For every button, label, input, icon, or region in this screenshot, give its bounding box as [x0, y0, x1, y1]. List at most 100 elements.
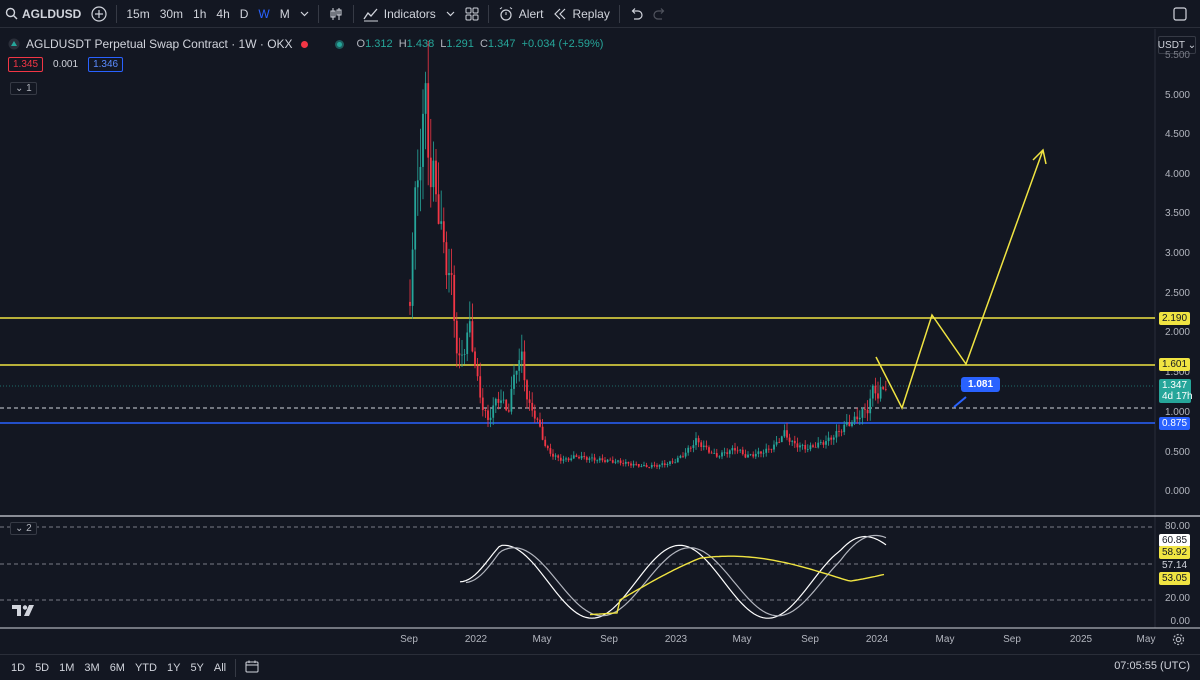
candle-body: [757, 451, 760, 454]
projection-path: [875, 149, 1044, 410]
candle-body: [474, 351, 476, 366]
range-5d[interactable]: 5D: [30, 662, 54, 674]
price-annotation[interactable]: 1.081: [961, 377, 1001, 392]
candle-body: [648, 467, 651, 468]
price-tick: 3.000: [1164, 248, 1190, 259]
time-tick: May: [1136, 634, 1156, 645]
candle-body: [736, 450, 739, 452]
candle-body: [546, 445, 549, 449]
divider: [235, 658, 237, 677]
time-tick: Sep: [400, 634, 418, 645]
price-chart[interactable]: [0, 0, 1200, 680]
candle-body: [752, 454, 755, 457]
candle-body: [635, 463, 638, 465]
buy-price[interactable]: 1.346: [88, 57, 124, 72]
range-1m[interactable]: 1M: [54, 662, 79, 674]
candle-body: [705, 445, 708, 448]
level-tag-lower: 1.601: [1159, 358, 1191, 371]
candle-body: [539, 419, 541, 427]
eye-icon[interactable]: [334, 39, 345, 50]
stoch-d-line: [465, 534, 887, 617]
candle-body: [427, 83, 430, 158]
candle-body: [619, 460, 622, 464]
range-5y[interactable]: 5Y: [185, 662, 208, 674]
candle-body: [583, 455, 586, 458]
bottom-toolbar: 1D 5D 1M 3M 6M YTD 1Y 5Y All 07:05:55 (U…: [0, 654, 1200, 680]
candle-body: [476, 365, 479, 377]
price-tick: 0.000: [1164, 486, 1190, 497]
candle-body: [739, 449, 742, 451]
range-ytd[interactable]: YTD: [130, 662, 162, 674]
last-price-value: 1.347: [1162, 380, 1188, 391]
candle-body: [523, 351, 526, 381]
price-tick: 5.000: [1164, 90, 1190, 101]
candle-body: [866, 409, 869, 414]
candle-body: [432, 160, 435, 188]
candle-body: [679, 455, 682, 458]
candle-body: [497, 398, 500, 403]
candle-body: [731, 448, 734, 451]
market-open-dot: [300, 40, 308, 48]
bar-countdown: 4d 17h: [1162, 391, 1193, 402]
bid-ask-boxes: 1.345 0.001 1.346: [8, 57, 124, 72]
candle-body: [812, 445, 814, 447]
candle-body: [832, 437, 835, 440]
candle-body: [411, 249, 414, 306]
time-tick: Sep: [1003, 634, 1021, 645]
candle-body: [604, 460, 606, 462]
candle-body: [455, 320, 458, 354]
candle-body: [650, 464, 653, 468]
candle-body: [692, 445, 695, 448]
candle-body: [775, 441, 778, 445]
candle-body: [481, 397, 484, 411]
candle-body: [562, 459, 565, 461]
candle-body: [718, 456, 721, 458]
candle-body: [669, 461, 671, 465]
candle-body: [448, 273, 450, 276]
candle-body: [416, 180, 419, 188]
legend-title[interactable]: AGLDUSDT Perpetual Swap Contract · 1W · …: [26, 37, 293, 51]
osc-tag: 58.92: [1159, 546, 1191, 559]
pane-1-toggle[interactable]: ⌄ 1: [10, 82, 37, 95]
date-range-button[interactable]: [240, 660, 264, 676]
candle-body: [510, 388, 513, 412]
range-all[interactable]: All: [209, 662, 231, 674]
price-tick-partial: 5.500: [1164, 50, 1190, 61]
candle-body: [723, 452, 726, 454]
candle-body: [614, 461, 617, 463]
pane-2-toggle[interactable]: ⌄ 2: [10, 522, 37, 535]
utc-clock[interactable]: 07:05:55 (UTC): [1114, 660, 1190, 672]
range-6m[interactable]: 6M: [105, 662, 130, 674]
candle-body: [520, 351, 523, 361]
candle-body: [531, 402, 534, 411]
price-tick: 0.500: [1164, 447, 1190, 458]
range-3m[interactable]: 3M: [79, 662, 104, 674]
sell-price[interactable]: 1.345: [8, 57, 44, 72]
candle-body: [661, 463, 664, 465]
candle-body: [695, 438, 697, 446]
candle-body: [778, 441, 781, 443]
candle-body: [848, 422, 851, 427]
level-tag-upper: 2.190: [1159, 312, 1191, 325]
candle-body: [419, 166, 422, 181]
range-1d[interactable]: 1D: [6, 662, 30, 674]
candle-body: [585, 457, 588, 460]
candle-body: [409, 301, 411, 306]
osc-tick: 80.00: [1164, 521, 1190, 532]
range-1y[interactable]: 1Y: [162, 662, 185, 674]
candle-body: [809, 445, 812, 450]
candle-body: [843, 424, 846, 433]
candle-body: [804, 444, 807, 450]
candle-body: [674, 462, 677, 464]
candle-body: [871, 385, 874, 399]
candle-body: [697, 438, 700, 443]
chart-settings-button[interactable]: [1172, 633, 1185, 649]
candle-body: [744, 454, 747, 458]
candle-body: [710, 452, 713, 454]
candle-body: [671, 461, 674, 463]
candle-body: [869, 398, 872, 414]
fib-label-pointer: [953, 396, 967, 408]
candle-body: [528, 399, 531, 403]
candle-body: [591, 457, 593, 459]
candle-body: [762, 452, 765, 454]
